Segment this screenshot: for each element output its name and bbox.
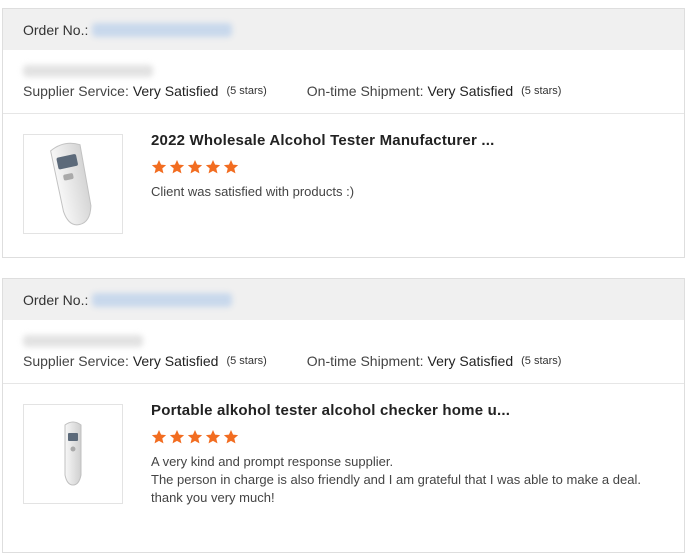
star-icon [187, 160, 203, 174]
supplier-ratings: Supplier Service: Very Satisfied (5 star… [23, 347, 664, 374]
order-number-redacted [92, 22, 233, 37]
comment-line: The person in charge is also friendly an… [151, 472, 641, 487]
rating-stars [151, 429, 674, 445]
shipment-value: Very Satisfied [427, 352, 514, 369]
comment-line: thank you very much! [151, 490, 275, 505]
order-number-label: Order No.: [23, 291, 89, 308]
review-comment: Client was satisfied with products :) [151, 183, 674, 201]
product-title[interactable]: 2022 Wholesale Alcohol Tester Manufactur… [151, 132, 674, 149]
alcohol-tester-product-image [64, 421, 82, 486]
comment-line: A very kind and prompt response supplier… [151, 454, 394, 469]
alcohol-tester-product-image [50, 142, 92, 226]
supplier-service-value: Very Satisfied [132, 82, 219, 99]
star-icon [187, 430, 203, 444]
supplier-ratings: Supplier Service: Very Satisfied (5 star… [23, 77, 664, 104]
shipment-label: On-time Shipment: [306, 82, 424, 99]
product-thumbnail[interactable] [23, 134, 123, 234]
review-item: 2022 Wholesale Alcohol Tester Manufactur… [3, 114, 684, 254]
supplier-service-label: Supplier Service: [23, 82, 129, 99]
review-item: Portable alkohol tester alcohol checker … [3, 384, 684, 524]
order-number-label: Order No.: [23, 21, 89, 38]
order-review-card: Order No.: Supplier Service: Very Satisf… [2, 8, 685, 258]
star-icon [169, 430, 185, 444]
supplier-service-value: Very Satisfied [132, 352, 219, 369]
star-icon [151, 430, 167, 444]
buyer-name-redacted [23, 335, 143, 347]
supplier-service-label: Supplier Service: [23, 352, 129, 369]
order-review-card: Order No.: Supplier Service: Very Satisf… [2, 278, 685, 553]
star-icon [205, 160, 221, 174]
product-title[interactable]: Portable alkohol tester alcohol checker … [151, 402, 674, 419]
star-icon [205, 430, 221, 444]
supplier-service-stars: (5 stars) [226, 354, 267, 367]
shipment-stars: (5 stars) [521, 84, 562, 97]
shipment-label: On-time Shipment: [306, 352, 424, 369]
shipment-value: Very Satisfied [427, 82, 514, 99]
star-icon [151, 160, 167, 174]
star-icon [223, 430, 239, 444]
order-header: Order No.: [3, 9, 684, 50]
supplier-service-stars: (5 stars) [226, 84, 267, 97]
product-thumbnail[interactable] [23, 404, 123, 504]
shipment-stars: (5 stars) [521, 354, 562, 367]
review-comment: A very kind and prompt response supplier… [151, 453, 674, 507]
buyer-name-redacted [23, 65, 153, 77]
rating-stars [151, 159, 674, 175]
star-icon [169, 160, 185, 174]
star-icon [223, 160, 239, 174]
order-number-redacted [92, 292, 233, 307]
order-header: Order No.: [3, 279, 684, 320]
comment-line: Client was satisfied with products :) [151, 184, 355, 199]
